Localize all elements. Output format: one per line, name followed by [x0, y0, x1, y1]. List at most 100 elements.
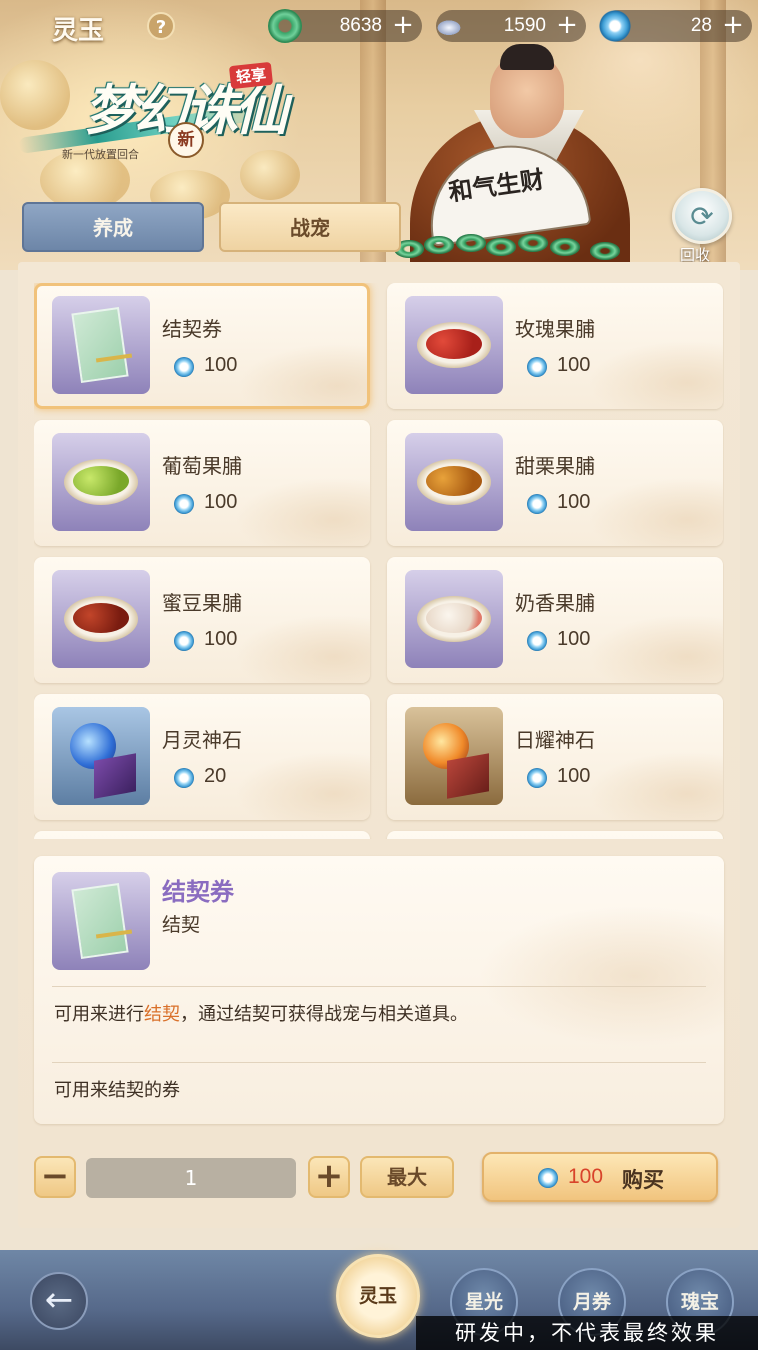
tab-zhanchong[interactable]: 战宠 — [219, 202, 401, 252]
item-thumb — [52, 433, 150, 531]
bowl-icon — [417, 322, 491, 368]
recycle-icon: ⟳ — [690, 200, 714, 233]
item-price: 100 — [204, 354, 238, 376]
item-card-meigui[interactable]: 玫瑰果脯 100 — [387, 283, 723, 409]
item-detail-panel: 结契券 结契 可用来进行结契，通过结契可获得战宠与相关道具。 可用来结契的券 — [34, 856, 724, 1124]
help-icon[interactable]: ? — [147, 12, 175, 40]
item-card-naixiang[interactable]: 奶香果脯 100 — [387, 557, 723, 683]
increase-quantity-button[interactable]: + — [308, 1156, 350, 1198]
silver-ingot-icon — [432, 9, 466, 43]
item-card-putao[interactable]: 葡萄果脯 100 — [34, 420, 370, 546]
item-thumb — [405, 707, 503, 805]
blue-jade-icon — [174, 494, 194, 514]
merchant-hat — [500, 44, 554, 70]
logo-subtitle: 新一代放置回合 — [62, 148, 139, 161]
currency-jade-value: 8638 — [339, 15, 382, 36]
item-name: 奶香果脯 — [515, 591, 595, 615]
rose-fruit-icon — [426, 329, 482, 359]
currency-jade: 8638 + — [268, 9, 422, 43]
blue-jade-icon — [527, 357, 547, 377]
buy-label: 购买 — [622, 1167, 664, 1192]
gift-box-icon — [94, 753, 136, 799]
item-price: 100 — [557, 491, 591, 513]
detail-note: 可用来结契的券 — [54, 1080, 180, 1101]
jade-ring — [518, 234, 548, 252]
buy-button[interactable]: 100 购买 — [482, 1152, 718, 1202]
detail-item-type: 结契 — [162, 914, 201, 936]
divider — [52, 1062, 706, 1063]
jade-ring — [424, 236, 454, 254]
logo-tag: 轻享 — [228, 61, 274, 90]
blue-jade-icon — [527, 768, 547, 788]
item-price: 20 — [204, 765, 227, 787]
gift-box-icon — [447, 753, 489, 799]
item-name: 甜栗果脯 — [515, 454, 595, 478]
bowl-icon — [417, 459, 491, 505]
item-price: 100 — [204, 491, 238, 513]
recycle-button[interactable]: ⟳ — [672, 188, 732, 244]
add-silver-button[interactable]: + — [554, 12, 580, 40]
blue-jade-icon — [174, 357, 194, 377]
currency-silver: 1590 + — [432, 9, 586, 43]
blue-jade-icon — [174, 631, 194, 651]
ticket-icon — [71, 307, 129, 383]
blue-jade-icon — [598, 9, 632, 43]
milk-candy-icon — [426, 603, 482, 633]
add-blue-jade-button[interactable]: + — [720, 12, 746, 40]
item-thumb — [52, 296, 150, 394]
page-title: 灵玉 — [52, 16, 105, 46]
item-name: 日耀神石 — [515, 728, 595, 752]
bean-icon — [73, 603, 129, 633]
item-name: 月灵神石 — [162, 728, 242, 752]
bowl-icon — [64, 596, 138, 642]
desc-text: ，通过结契可获得战宠与相关道具。 — [180, 1004, 468, 1025]
quantity-field[interactable]: 1 — [86, 1158, 296, 1198]
desc-highlight: 结契 — [144, 1004, 180, 1025]
item-card-midou[interactable]: 蜜豆果脯 100 — [34, 557, 370, 683]
detail-thumb — [52, 872, 150, 970]
detail-description: 可用来进行结契，通过结契可获得战宠与相关道具。 — [54, 1000, 468, 1026]
dev-watermark: 研发中，不代表最终效果 — [416, 1316, 758, 1350]
top-bar: 灵玉 ? 8638 + 1590 + 28 + — [0, 0, 758, 52]
detail-item-name: 结契券 — [162, 877, 234, 906]
jade-ring-icon — [268, 9, 302, 43]
item-card-partial[interactable] — [387, 831, 723, 839]
bowl-icon — [64, 459, 138, 505]
item-name: 玫瑰果脯 — [515, 317, 595, 341]
chestnut-icon — [426, 466, 482, 496]
nav-lingyu[interactable]: 灵玉 — [336, 1254, 420, 1338]
divider — [52, 986, 706, 987]
currency-silver-value: 1590 — [503, 15, 546, 36]
item-thumb — [52, 707, 150, 805]
tab-yangcheng[interactable]: 养成 — [22, 202, 204, 252]
item-card-riyao[interactable]: 日耀神石 100 — [387, 694, 723, 820]
blue-jade-icon — [538, 1168, 558, 1188]
jade-ring — [550, 238, 580, 256]
add-jade-button[interactable]: + — [390, 12, 416, 40]
item-price: 100 — [557, 628, 591, 650]
item-thumb — [52, 570, 150, 668]
item-thumb — [405, 570, 503, 668]
currency-blue-jade: 28 + — [598, 9, 752, 43]
jade-ring — [456, 234, 486, 252]
desc-text: 可用来进行 — [54, 1004, 144, 1025]
item-name: 葡萄果脯 — [162, 454, 242, 478]
item-grid[interactable]: 结契券 100 玫瑰果脯 100 葡萄果脯 100 甜栗果脯 100 蜜豆果脯 … — [34, 283, 724, 839]
item-card-tianli[interactable]: 甜栗果脯 100 — [387, 420, 723, 546]
item-card-yueling[interactable]: 月灵神石 20 — [34, 694, 370, 820]
logo-seal: 新 — [168, 122, 204, 158]
item-name: 蜜豆果脯 — [162, 591, 242, 615]
blue-jade-icon — [174, 768, 194, 788]
buy-price: 100 — [568, 1165, 604, 1188]
item-thumb — [405, 433, 503, 531]
item-card-jieqiquan[interactable]: 结契券 100 — [34, 283, 370, 409]
back-arrow-icon[interactable]: ← — [30, 1272, 88, 1330]
max-quantity-button[interactable]: 最大 — [360, 1156, 454, 1198]
ticket-icon — [71, 883, 129, 959]
decrease-quantity-button[interactable]: − — [34, 1156, 76, 1198]
item-price: 100 — [557, 354, 591, 376]
item-price: 100 — [204, 628, 238, 650]
jade-ring — [486, 238, 516, 256]
item-card-partial[interactable] — [34, 831, 370, 839]
merchant-character: 和气生财 — [394, 44, 634, 274]
